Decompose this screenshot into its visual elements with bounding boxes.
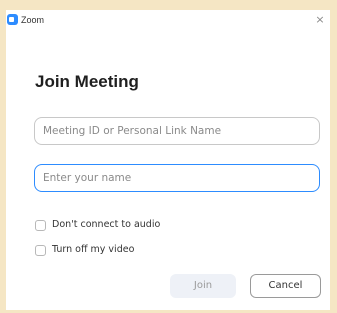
screen-frame: Zoom × Join Meeting Don't connect to aud… <box>0 0 337 313</box>
join-meeting-window: Zoom × Join Meeting Don't connect to aud… <box>6 10 330 310</box>
video-checkbox[interactable] <box>35 245 46 256</box>
meeting-id-input[interactable] <box>43 118 308 144</box>
close-button[interactable]: × <box>312 12 328 28</box>
title-bar: Zoom × <box>6 10 330 30</box>
video-option-label: Turn off my video <box>52 244 135 255</box>
meeting-id-field[interactable] <box>34 117 320 145</box>
join-button[interactable]: Join <box>170 274 236 298</box>
cancel-button[interactable]: Cancel <box>250 274 321 298</box>
zoom-logo-icon <box>7 14 18 25</box>
page-title: Join Meeting <box>35 72 139 91</box>
window-title: Zoom <box>21 15 45 25</box>
audio-option-label: Don't connect to audio <box>52 219 161 230</box>
audio-checkbox[interactable] <box>35 220 46 231</box>
name-field[interactable] <box>34 164 320 192</box>
name-input[interactable] <box>43 165 308 191</box>
